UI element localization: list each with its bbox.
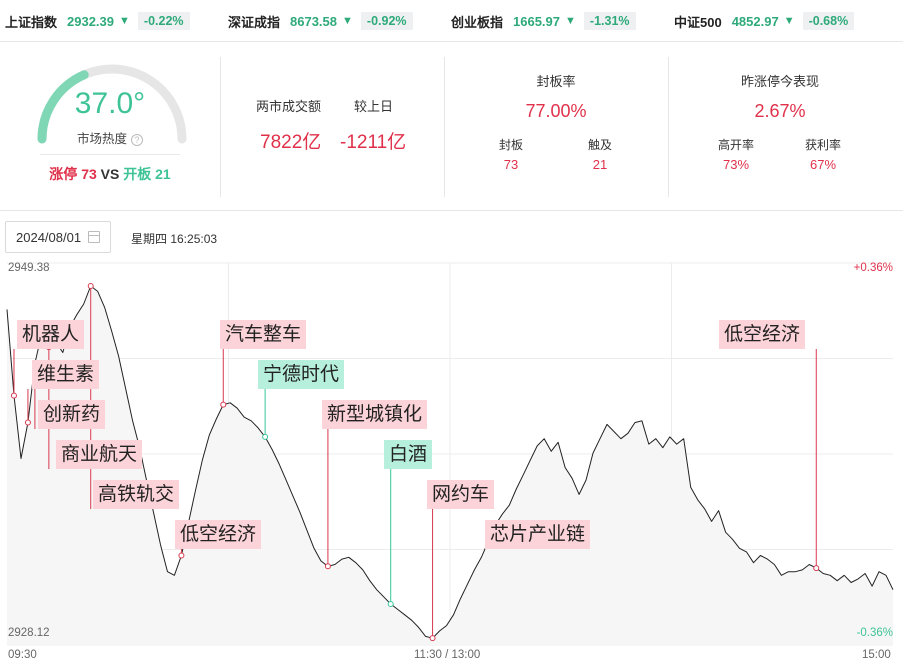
limit-up-count: 73 <box>81 166 97 182</box>
ticker-change: -1.31% <box>583 12 636 30</box>
event-tag[interactable]: 白酒 <box>384 440 433 469</box>
event-marker[interactable] <box>387 601 394 608</box>
profit-value: 67% <box>809 157 837 172</box>
ticker-name: 上证指数 <box>5 14 58 30</box>
ticker-price: 4852.97 <box>731 13 779 29</box>
opened-count: 21 <box>155 166 171 182</box>
limit-summary: 涨停 73 VS 开板 21 <box>0 164 220 184</box>
event-tag[interactable]: 机器人 <box>17 320 85 349</box>
ticker-price: 8673.58 <box>290 13 338 29</box>
ticker-change: -0.68% <box>802 12 855 30</box>
event-tag[interactable]: 低空经济 <box>175 520 262 549</box>
ticker-sse[interactable]: 上证指数 2932.39 ▼ -0.22% <box>5 11 190 31</box>
event-tag[interactable]: 宁德时代 <box>258 360 345 389</box>
date-value: 2024/08/01 <box>16 230 82 245</box>
event-marker[interactable] <box>324 563 331 570</box>
ticker-change: -0.92% <box>360 12 413 30</box>
weekday-time: 星期四 16:25:03 <box>131 232 218 246</box>
ticker-csi500[interactable]: 中证500 4852.97 ▼ -0.68% <box>674 11 855 31</box>
event-tag[interactable]: 创新药 <box>38 400 106 429</box>
down-arrow-icon: ▼ <box>342 15 353 27</box>
turnover-value: 7822亿 <box>260 132 322 153</box>
event-marker[interactable] <box>87 282 94 289</box>
ticker-price: 1665.97 <box>513 13 561 29</box>
event-marker[interactable] <box>10 392 17 399</box>
yesterday-value: 2.67% <box>754 101 806 121</box>
high-open-value: 73% <box>722 157 750 172</box>
market-stats-panel: 37.0° 市场热度? 涨停 73 VS 开板 21 两市成交额 较上日 782… <box>0 43 903 211</box>
compare-value: -1211亿 <box>340 132 407 153</box>
down-arrow-icon: ▼ <box>783 15 795 27</box>
heat-label-text: 市场热度 <box>76 132 127 146</box>
event-marker[interactable] <box>178 552 185 559</box>
top-pct-label: +0.36% <box>853 262 893 274</box>
sealed-value: 73 <box>503 157 519 172</box>
divider <box>220 57 221 197</box>
opened-label: 开板 <box>123 166 152 182</box>
event-tag[interactable]: 高铁轨交 <box>93 480 180 509</box>
heat-label: 市场热度? <box>0 128 220 147</box>
ticker-price: 2932.39 <box>67 13 115 29</box>
limit-up-label: 涨停 <box>49 166 78 182</box>
y-max-label: 2949.38 <box>8 262 50 274</box>
divider <box>668 57 669 197</box>
event-tag[interactable]: 网约车 <box>427 480 495 509</box>
event-marker[interactable] <box>262 433 269 440</box>
calendar-icon <box>88 231 100 243</box>
y-min-label: 2928.12 <box>8 627 50 639</box>
high-open-label: 高开率 <box>717 138 754 152</box>
sealed-label: 封板 <box>498 138 523 152</box>
info-icon[interactable]: ? <box>131 134 143 146</box>
event-marker[interactable] <box>813 565 820 572</box>
event-tag[interactable]: 新型城镇化 <box>322 400 428 429</box>
ticker-change: -0.22% <box>137 12 190 30</box>
ticker-name: 中证500 <box>674 14 722 30</box>
turnover-label: 两市成交额 <box>256 99 322 114</box>
ticker-szse[interactable]: 深证成指 8673.58 ▼ -0.92% <box>228 11 413 31</box>
event-marker[interactable] <box>429 635 436 642</box>
event-marker[interactable] <box>220 401 227 408</box>
ticker-chinext[interactable]: 创业板指 1665.97 ▼ -1.31% <box>451 11 636 31</box>
event-tag[interactable]: 低空经济 <box>719 320 806 349</box>
bottom-pct-label: -0.36% <box>856 627 893 639</box>
event-tag[interactable]: 芯片产业链 <box>485 520 591 549</box>
profit-label: 获利率 <box>804 138 841 152</box>
ticker-name: 深证成指 <box>228 14 281 30</box>
vs-text: VS <box>100 166 120 182</box>
yesterday-title: 昨涨停今表现 <box>740 74 819 89</box>
date-picker[interactable]: 2024/08/01 <box>5 221 111 253</box>
event-tag[interactable]: 维生素 <box>32 360 100 389</box>
event-marker[interactable] <box>24 419 31 426</box>
intraday-chart: 2949.38 2928.12 +0.36% -0.36% 09:30 11:3… <box>0 260 903 670</box>
heat-divider <box>40 154 180 155</box>
x-label-open: 09:30 <box>8 649 37 661</box>
compare-label: 较上日 <box>354 99 394 114</box>
index-ticker-bar: 上证指数 2932.39 ▼ -0.22% 深证成指 8673.58 ▼ -0.… <box>0 0 903 42</box>
event-tag[interactable]: 商业航天 <box>56 440 143 469</box>
down-arrow-icon: ▼ <box>565 15 576 27</box>
event-tag[interactable]: 汽车整车 <box>220 320 307 349</box>
touched-label: 触及 <box>587 138 612 152</box>
seal-rate-title: 封板率 <box>536 74 576 89</box>
x-label-close: 15:00 <box>862 649 891 661</box>
heat-value: 37.0° <box>74 87 146 120</box>
divider <box>444 57 445 197</box>
ticker-name: 创业板指 <box>451 14 504 30</box>
touched-value: 21 <box>592 157 608 172</box>
x-label-midday: 11:30 / 13:00 <box>414 649 481 661</box>
down-arrow-icon: ▼ <box>119 15 130 27</box>
seal-rate-value: 77.00% <box>525 101 587 121</box>
